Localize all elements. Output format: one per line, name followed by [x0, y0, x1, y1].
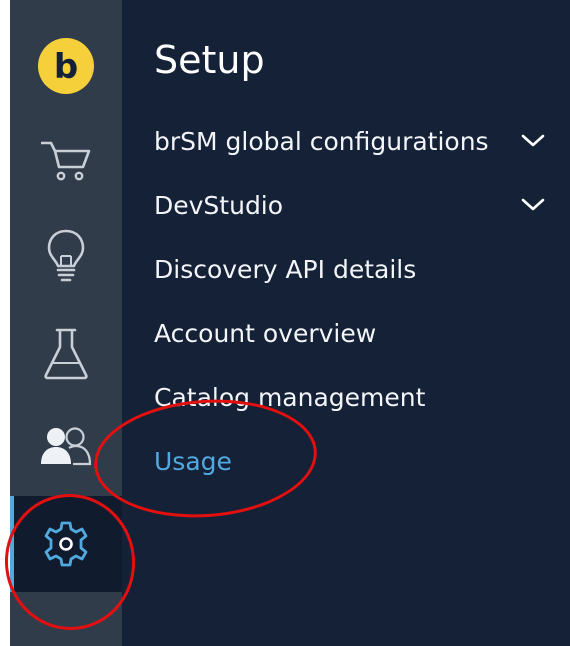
cart-icon: [41, 141, 91, 181]
rail-item-home[interactable]: b: [10, 18, 122, 114]
menu-item-devstudio[interactable]: DevStudio: [154, 185, 546, 225]
menu-item-catalog-management[interactable]: Catalog management: [154, 377, 546, 417]
chevron-down-icon[interactable]: [520, 192, 546, 218]
menu-item-discovery-api-details[interactable]: Discovery API details: [154, 249, 546, 289]
lightbulb-icon: [47, 229, 85, 282]
menu-item-label: Catalog management: [154, 382, 426, 412]
menu-item-brsm-global-configurations[interactable]: brSM global configurations: [154, 121, 546, 161]
menu-item-label: Usage: [154, 446, 232, 476]
setup-panel: Setup brSM global configurations DevStud…: [122, 0, 570, 646]
page-title: Setup: [154, 38, 265, 82]
rail-item-users[interactable]: [10, 398, 122, 494]
rail-item-commerce[interactable]: [10, 112, 122, 208]
gear-icon: [44, 521, 88, 567]
menu-item-usage[interactable]: Usage: [154, 441, 546, 481]
brand-logo-icon: b: [38, 38, 94, 94]
brand-logo-letter: b: [54, 47, 78, 87]
menu-item-label: DevStudio: [154, 190, 284, 220]
rail-item-settings[interactable]: [10, 496, 122, 592]
menu-item-account-overview[interactable]: Account overview: [154, 313, 546, 353]
menu-item-label: Discovery API details: [154, 254, 417, 284]
rail-item-experiments[interactable]: [10, 306, 122, 402]
menu-item-label: brSM global configurations: [154, 126, 489, 156]
menu-item-label: Account overview: [154, 318, 377, 348]
flask-icon: [44, 328, 88, 380]
icon-rail: b: [10, 0, 122, 646]
app-frame: b Setup brSM global configurations DevSt…: [0, 0, 570, 646]
chevron-down-icon[interactable]: [520, 128, 546, 154]
users-icon: [41, 427, 92, 466]
rail-item-insights[interactable]: [10, 208, 122, 304]
